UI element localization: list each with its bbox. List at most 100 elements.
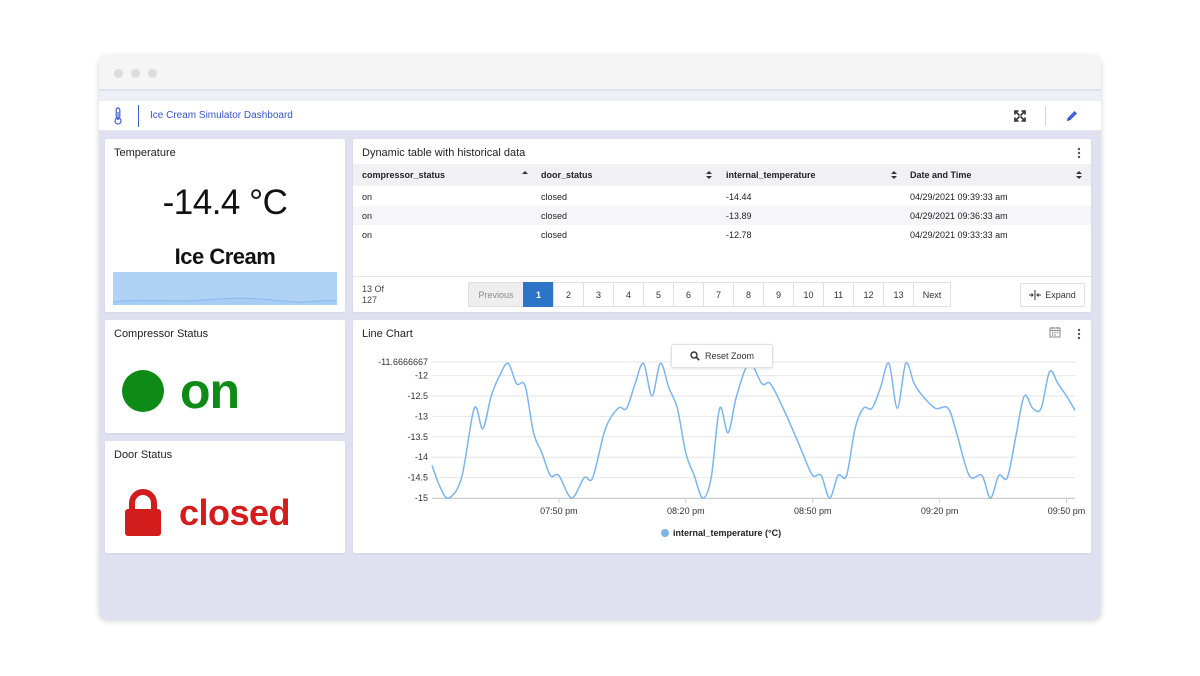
row-count: 13 Of 127	[362, 284, 384, 306]
dashboard-title: Ice Cream Simulator Dashboard	[150, 110, 293, 121]
cell-compressor-status: on	[362, 230, 373, 240]
reset-zoom-label: Reset Zoom	[704, 351, 755, 361]
dashboard-header: Ice Cream Simulator Dashboard	[99, 101, 1101, 131]
x-tick-label: 09:50 pm	[1048, 506, 1086, 516]
page-button-2[interactable]: 2	[553, 282, 584, 307]
temperature-fill-gauge	[113, 272, 337, 305]
calendar-icon[interactable]	[1049, 326, 1061, 338]
page-button-13[interactable]: 13	[883, 282, 914, 307]
temperature-panel: Temperature -14.4 °C Ice Cream	[105, 139, 345, 312]
cell-internal-temperature: -14.44	[726, 192, 752, 202]
expand-button[interactable]: Expand	[1020, 283, 1085, 307]
temperature-label: Ice Cream	[174, 244, 276, 269]
sort-ascending-icon[interactable]	[521, 169, 529, 181]
header-divider-right	[1045, 106, 1046, 126]
sort-icon[interactable]	[890, 169, 898, 181]
sort-icon[interactable]	[1075, 169, 1083, 181]
door-status-panel: Door Status closed	[105, 441, 345, 553]
toolbar-strip	[99, 91, 1101, 101]
column-header-internal-temperature[interactable]: internal_temperature	[726, 170, 816, 180]
y-tick-label: -14	[415, 452, 428, 462]
sort-icon[interactable]	[705, 169, 713, 181]
thermometer-icon	[114, 107, 122, 125]
cell-door-status: closed	[541, 192, 568, 202]
x-tick-label: 08:50 pm	[794, 506, 832, 516]
table-row[interactable]: on closed -14.44 04/29/2021 09:39:33 am	[353, 187, 1091, 206]
panel-title: Compressor Status	[114, 328, 209, 340]
row-count-line2: 127	[362, 295, 378, 305]
table-row[interactable]: on closed -13.89 04/29/2021 09:36:33 am	[353, 206, 1091, 225]
header-divider	[138, 105, 139, 127]
x-tick-label: 08:20 pm	[667, 506, 705, 516]
cell-compressor-status: on	[362, 211, 373, 221]
legend-marker	[661, 529, 669, 537]
reset-zoom-button[interactable]: Reset Zoom	[671, 344, 773, 368]
x-tick-label: 09:20 pm	[921, 506, 959, 516]
status-on-icon	[122, 370, 164, 412]
page-button-9[interactable]: 9	[763, 282, 794, 307]
dashboard-window: Ice Cream Simulator Dashboard Temperatur…	[99, 56, 1101, 620]
line-chart-panel: -11.6666667 -12 -12.5 -13 -13.5 -14 -14.5 -15 07…	[353, 320, 1091, 553]
x-tick-label: 07:50 pm	[540, 506, 578, 516]
pencil-icon[interactable]	[1065, 109, 1079, 123]
page-button-3[interactable]: 3	[583, 282, 614, 307]
page-button-5[interactable]: 5	[643, 282, 674, 307]
expand-label: Expand	[1045, 290, 1076, 300]
column-header-date-time[interactable]: Date and Time	[910, 170, 971, 180]
next-page-button[interactable]: Next	[913, 282, 951, 307]
cell-internal-temperature: -12.78	[726, 230, 752, 240]
cell-internal-temperature: -13.89	[726, 211, 752, 221]
y-tick-label: -15	[415, 493, 428, 503]
window-titlebar	[99, 56, 1101, 90]
page-button-8[interactable]: 8	[733, 282, 764, 307]
page-button-11[interactable]: 11	[823, 282, 854, 307]
compressor-status-indicator: on	[122, 363, 240, 419]
cell-date-time: 04/29/2021 09:39:33 am	[910, 192, 1008, 202]
page-button-1[interactable]: 1	[523, 282, 554, 307]
compressor-status-panel: Compressor Status on	[105, 320, 345, 433]
y-tick-label: -13	[415, 411, 428, 421]
lock-icon	[125, 489, 161, 536]
pagination: Previous 1 2 3 4 5 6 7 8 9 10 11 12 13 N…	[468, 282, 951, 307]
y-tick-label: -12	[415, 371, 428, 381]
table-row[interactable]: on closed -12.78 04/29/2021 09:33:33 am	[353, 225, 1091, 244]
cell-door-status: closed	[541, 230, 568, 240]
panel-title: Line Chart	[362, 328, 413, 340]
window-maximize-dot[interactable]	[148, 69, 157, 78]
y-tick-label: -14.5	[407, 473, 428, 483]
page-button-6[interactable]: 6	[673, 282, 704, 307]
panel-title: Door Status	[114, 449, 173, 461]
page-button-7[interactable]: 7	[703, 282, 734, 307]
previous-page-button[interactable]: Previous	[468, 282, 524, 307]
page-button-4[interactable]: 4	[613, 282, 644, 307]
panel-title: Dynamic table with historical data	[362, 147, 526, 159]
fullscreen-icon[interactable]	[1013, 109, 1027, 123]
expand-icon	[1029, 290, 1042, 300]
cell-compressor-status: on	[362, 192, 373, 202]
kebab-menu-icon[interactable]	[1077, 147, 1081, 159]
table-header: compressor_status door_status internal_t…	[353, 164, 1091, 186]
door-status-indicator: closed	[123, 487, 291, 539]
cell-door-status: closed	[541, 211, 568, 221]
column-header-compressor-status[interactable]: compressor_status	[362, 170, 445, 180]
column-header-door-status[interactable]: door_status	[541, 170, 593, 180]
search-icon	[690, 351, 700, 361]
panel-title: Temperature	[114, 147, 176, 159]
cell-date-time: 04/29/2021 09:33:33 am	[910, 230, 1008, 240]
history-table-panel: Dynamic table with historical data compr…	[353, 139, 1091, 312]
compressor-status-value: on	[180, 363, 240, 419]
window-close-dot[interactable]	[114, 69, 123, 78]
temperature-value: -14.4 °C	[162, 183, 288, 222]
chart-legend-item[interactable]: internal_temperature (°C)	[661, 528, 781, 538]
door-status-value: closed	[179, 492, 291, 533]
legend-label: internal_temperature (°C)	[673, 528, 782, 538]
window-minimize-dot[interactable]	[131, 69, 140, 78]
page-button-10[interactable]: 10	[793, 282, 824, 307]
cell-date-time: 04/29/2021 09:36:33 am	[910, 211, 1008, 221]
y-tick-label: -12.5	[407, 391, 428, 401]
kebab-menu-icon[interactable]	[1077, 328, 1081, 340]
table-footer-divider	[353, 276, 1091, 277]
page-button-12[interactable]: 12	[853, 282, 884, 307]
row-count-line1: 13 Of	[362, 284, 385, 294]
y-tick-label: -11.6666667	[378, 357, 428, 367]
